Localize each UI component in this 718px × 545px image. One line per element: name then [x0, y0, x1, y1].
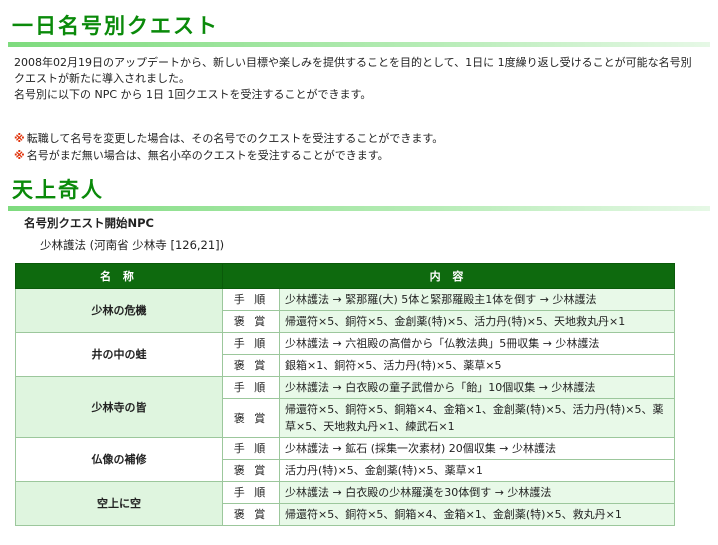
quest-reward: 銀箱×1、銅符×5、活力丹(特)×5、薬草×5	[279, 354, 675, 377]
table-row: 少林寺の皆 手 順 少林護法 → 白衣殿の童子武僧から「飴」10個収集 → 少林…	[15, 376, 675, 438]
quest-steps: 少林護法 → 鉱石 (採集一次素材) 20個収集 → 少林護法	[279, 437, 675, 460]
table-row: 空上に空 手 順 少林護法 → 白衣殿の少林羅漢を30体倒す → 少林護法	[15, 481, 675, 526]
quest-name: 井の中の蛙	[15, 332, 223, 377]
intro-line: 2008年02月19日のアップデートから、新しい目標や楽しみを提供することを目的…	[14, 56, 692, 69]
intro-paragraph: 2008年02月19日のアップデートから、新しい目標や楽しみを提供することを目的…	[14, 55, 704, 103]
heading-text: 天上奇人	[12, 177, 104, 202]
reward-label: 褒 賞	[222, 398, 280, 438]
quest-reward: 活力丹(特)×5、金創薬(特)×5、薬草×1	[279, 459, 675, 482]
page: 一日名号別クエスト 2008年02月19日のアップデートから、新しい目標や楽しみ…	[0, 0, 718, 545]
column-header-name: 名 称	[15, 263, 223, 289]
quest-name: 空上に空	[15, 481, 223, 526]
note-text: 転職して名号を変更した場合は、その名号でのクエストを受注することができます。	[26, 132, 444, 145]
reward-label: 褒 賞	[222, 354, 280, 377]
quest-steps: 少林護法 → 緊那羅(大) 5体と緊那羅殿主1体を倒す → 少林護法	[279, 288, 675, 311]
intro-line: クエストが新たに導入されました。	[14, 72, 190, 85]
steps-label: 手 順	[222, 332, 280, 355]
note-item: ※ 名号がまだ無い場合は、無名小卒のクエストを受注することができます。	[14, 147, 704, 164]
table-header-row: 名 称 内 容	[15, 263, 675, 289]
reward-label: 褒 賞	[222, 310, 280, 333]
npc-name: 少林護法 (河南省 少林寺 [126,21])	[40, 238, 225, 252]
table-row: 井の中の蛙 手 順 少林護法 → 六祖殿の高僧から「仏教法典」5冊収集 → 少林…	[15, 332, 675, 377]
npc-section-title: 名号別クエスト開始NPC	[24, 216, 154, 230]
steps-label: 手 順	[222, 376, 280, 399]
quest-reward: 帰還符×5、銅符×5、銅箱×4、金箱×1、金創薬(特)×5、活力丹(特)×5、薬…	[279, 398, 675, 438]
quest-steps: 少林護法 → 白衣殿の少林羅漢を30体倒す → 少林護法	[279, 481, 675, 504]
intro-line: 名号別に以下の NPC から 1日 1回クエストを受注することができます。	[14, 88, 372, 101]
table-row: 少林の危機 手 順 少林護法 → 緊那羅(大) 5体と緊那羅殿主1体を倒す → …	[15, 288, 675, 333]
heading-text: 一日名号別クエスト	[12, 13, 219, 38]
column-header-content: 内 容	[222, 263, 675, 289]
reward-label: 褒 賞	[222, 503, 280, 526]
reward-label: 褒 賞	[222, 459, 280, 482]
note-asterisk-icon: ※	[14, 132, 25, 145]
quest-reward: 帰還符×5、銅符×5、金創薬(特)×5、活力丹(特)×5、天地救丸丹×1	[279, 310, 675, 333]
heading-underline	[8, 206, 710, 211]
section-heading-daily-quests: 一日名号別クエスト	[8, 10, 710, 47]
quest-steps: 少林護法 → 六祖殿の高僧から「仏教法典」5冊収集 → 少林護法	[279, 332, 675, 355]
note-asterisk-icon: ※	[14, 149, 25, 162]
table-row: 仏像の補修 手 順 少林護法 → 鉱石 (採集一次素材) 20個収集 → 少林護…	[15, 437, 675, 482]
quest-name: 少林寺の皆	[15, 376, 223, 438]
notes-list: ※ 転職して名号を変更した場合は、その名号でのクエストを受注することができます。 …	[14, 130, 704, 164]
steps-label: 手 順	[222, 288, 280, 311]
steps-label: 手 順	[222, 437, 280, 460]
quest-name: 少林の危機	[15, 288, 223, 333]
note-item: ※ 転職して名号を変更した場合は、その名号でのクエストを受注することができます。	[14, 130, 704, 147]
heading-underline	[8, 42, 710, 47]
quest-name: 仏像の補修	[15, 437, 223, 482]
section-heading-title: 天上奇人	[8, 174, 710, 211]
quest-steps: 少林護法 → 白衣殿の童子武僧から「飴」10個収集 → 少林護法	[279, 376, 675, 399]
steps-label: 手 順	[222, 481, 280, 504]
quest-reward: 帰還符×5、銅符×5、銅箱×4、金箱×1、金創薬(特)×5、救丸丹×1	[279, 503, 675, 526]
note-text: 名号がまだ無い場合は、無名小卒のクエストを受注することができます。	[26, 149, 389, 162]
quest-table: 名 称 内 容 少林の危機 手 順 少林護法 → 緊那羅(大) 5体と緊那羅殿主…	[15, 263, 675, 526]
